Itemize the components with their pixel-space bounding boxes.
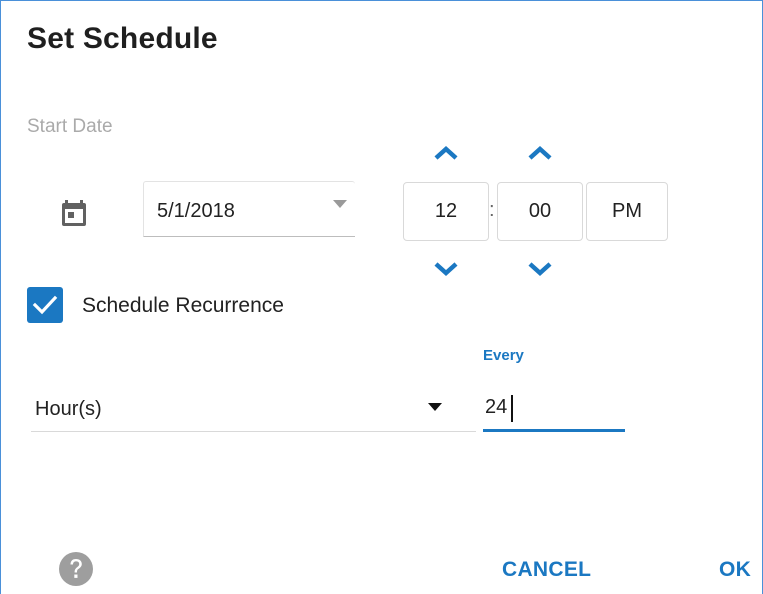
chevron-down-icon [434, 262, 458, 277]
every-value: 24 [485, 396, 508, 418]
start-date-dropdown[interactable]: 5/1/2018 [143, 181, 355, 237]
hour-decrement-button[interactable] [428, 255, 464, 283]
help-icon[interactable] [57, 550, 95, 588]
check-icon [32, 295, 58, 315]
dialog-title: Set Schedule [27, 22, 218, 55]
minute-decrement-button[interactable] [522, 255, 558, 283]
every-input[interactable]: 24 [483, 386, 625, 432]
time-separator: : [489, 199, 495, 221]
every-label: Every [483, 347, 524, 364]
am-pm-toggle-button[interactable]: PM [586, 182, 668, 241]
text-cursor [511, 395, 513, 422]
minute-field[interactable]: 00 [497, 182, 583, 241]
chevron-up-icon [528, 145, 552, 160]
minute-increment-button[interactable] [522, 139, 558, 167]
dropdown-arrow-icon [333, 200, 347, 208]
set-schedule-dialog: Set Schedule Start Date 5/1/2018 12 : 00 [0, 0, 763, 594]
start-date-value: 5/1/2018 [157, 200, 235, 222]
schedule-recurrence-label: Schedule Recurrence [82, 294, 284, 317]
schedule-recurrence-checkbox[interactable] [27, 287, 63, 323]
hour-increment-button[interactable] [428, 139, 464, 167]
cancel-button[interactable]: CANCEL [502, 558, 591, 582]
interval-unit-dropdown[interactable]: Hour(s) [31, 386, 476, 432]
ok-button[interactable]: OK [719, 558, 751, 582]
interval-unit-value: Hour(s) [35, 398, 102, 420]
chevron-down-icon [528, 262, 552, 277]
dropdown-arrow-icon [428, 403, 442, 411]
hour-field[interactable]: 12 [403, 182, 489, 241]
start-date-label: Start Date [27, 116, 113, 137]
calendar-icon[interactable] [58, 197, 90, 229]
chevron-up-icon [434, 145, 458, 160]
